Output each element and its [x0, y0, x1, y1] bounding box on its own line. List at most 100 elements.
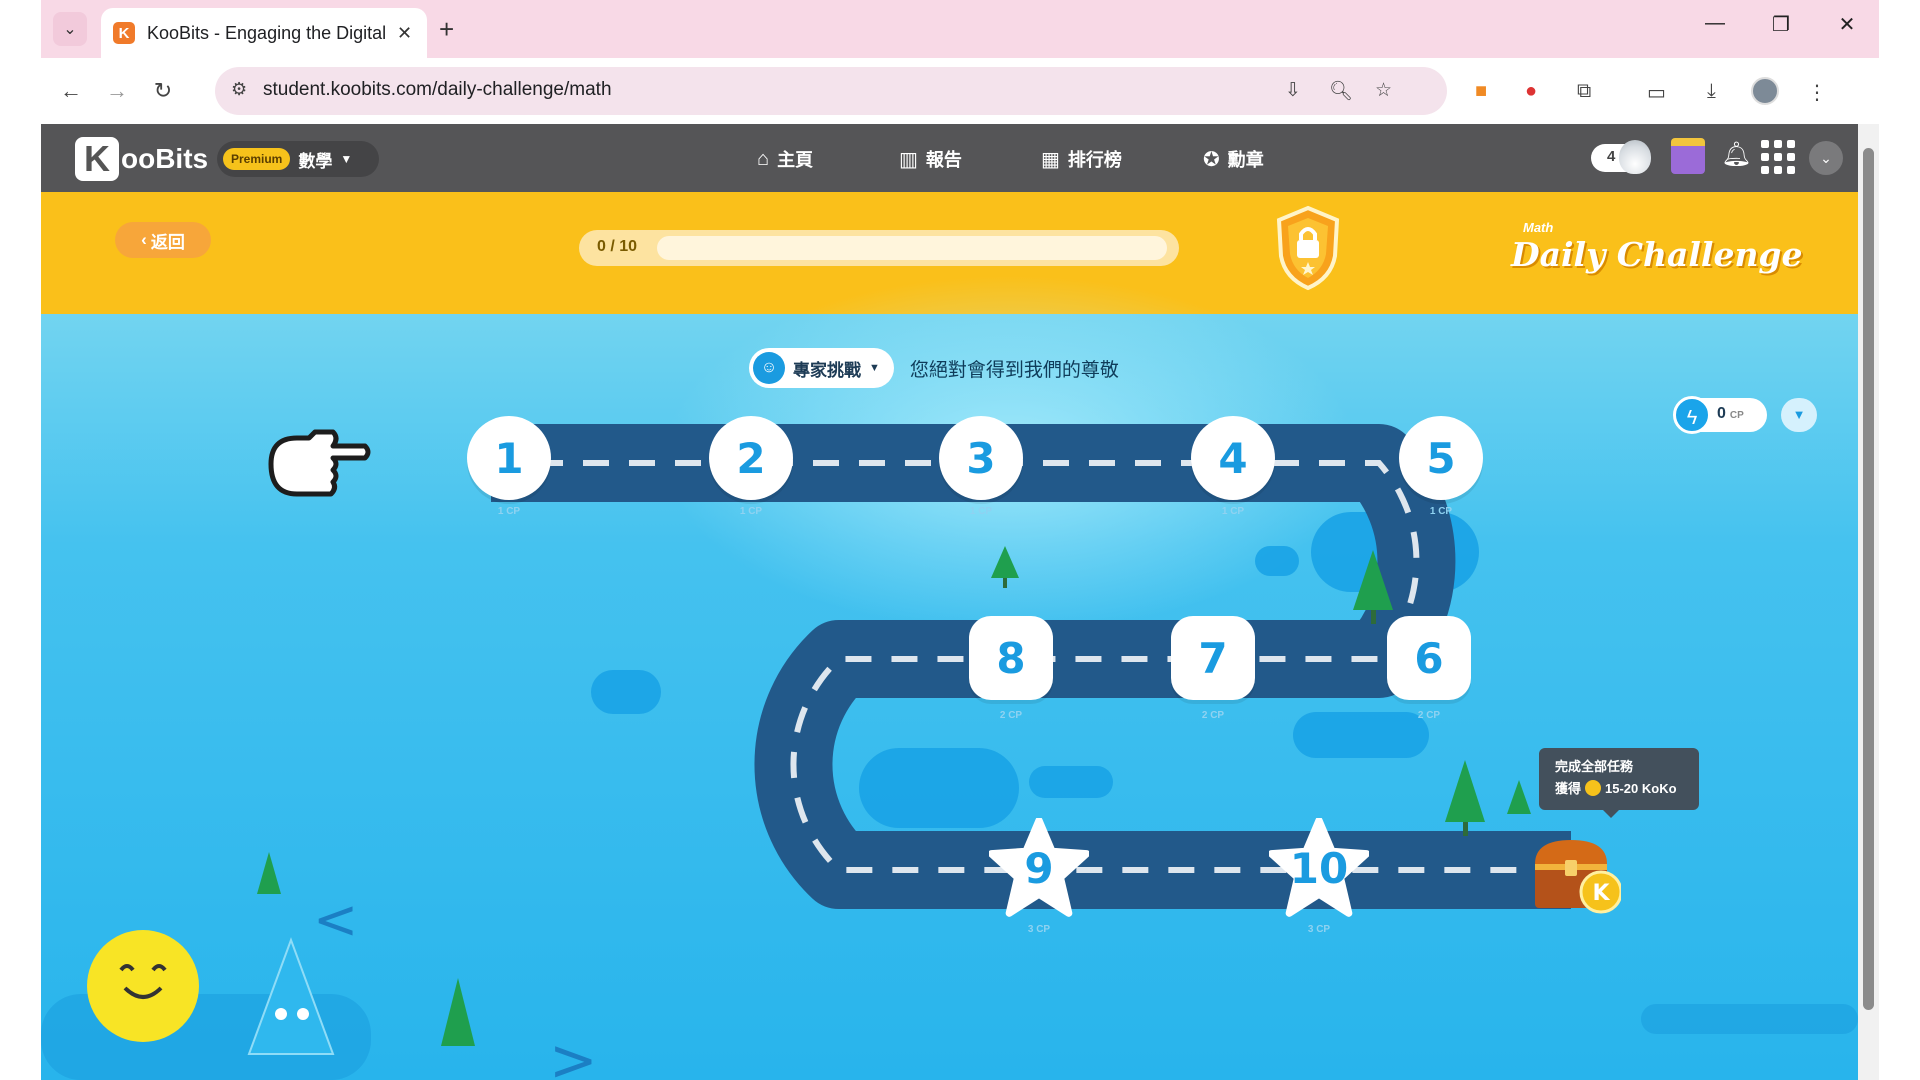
cp-dropdown-button[interactable]: ▼	[1781, 398, 1817, 432]
koobits-logo[interactable]: K ooBits	[75, 137, 208, 181]
node-10-cp: 3 CP	[1307, 924, 1331, 935]
home-icon: ⌂	[757, 147, 770, 170]
koko-coin-icon	[1585, 780, 1602, 796]
tab-bar: ⌄ K KooBits - Engaging the Digital H ✕ +…	[41, 0, 1879, 58]
url-text[interactable]: student.koobits.com/daily-challenge/math	[263, 79, 612, 101]
subject-label: 數學	[298, 151, 333, 171]
forward-arrow-icon[interactable]: →	[101, 75, 133, 107]
nav-badges[interactable]: ✪ 勳章	[1203, 146, 1264, 172]
node-5-cp: 1 CP	[1429, 506, 1453, 517]
node-6-cp: 2 CP	[1417, 710, 1441, 721]
koobits-page: K ooBits Premium 數學 ▼ ⌂ 主頁 ▥ 報告 ▦ 排行榜 ✪ …	[41, 124, 1858, 1080]
premium-badge: Premium	[223, 148, 291, 170]
badge-icon: ✪	[1203, 148, 1220, 171]
progress-text: 0 / 10	[597, 238, 638, 255]
tooltip-line-2: 獲得 15-20 KoKo	[1555, 780, 1677, 796]
streak-count: 4	[1607, 148, 1616, 165]
page-scrollbar[interactable]	[1858, 124, 1879, 1080]
challenge-node-9[interactable]: 9	[989, 818, 1089, 917]
difficulty-selector[interactable]: ☺ 專家挑戰 ▼	[749, 348, 894, 388]
profile-avatar-icon[interactable]	[1751, 77, 1779, 105]
bell-icon[interactable]: 🔔︎	[1721, 140, 1751, 169]
nav-report-label: 報告	[925, 150, 962, 170]
koobits-favicon-icon: K	[113, 22, 135, 44]
bookmark-star-icon[interactable]: ☆	[1375, 79, 1392, 102]
challenge-node-10[interactable]: 10	[1269, 818, 1369, 917]
menu-kebab-icon[interactable]: ⋮	[1807, 80, 1827, 105]
chevron-down-icon: ▼	[869, 362, 880, 374]
browser-window: ⌄ K KooBits - Engaging the Digital H ✕ +…	[41, 0, 1879, 1080]
gift-box-icon[interactable]	[1671, 138, 1705, 174]
node-4-cp: 1 CP	[1221, 506, 1245, 517]
site-info-icon[interactable]: ⚙	[231, 79, 247, 100]
challenge-node-2[interactable]: 2	[709, 416, 793, 500]
node-7-cp: 2 CP	[1201, 710, 1225, 721]
nav-home[interactable]: ⌂ 主頁	[757, 146, 813, 172]
apps-grid-icon[interactable]	[1761, 140, 1795, 174]
chevron-left-icon: ‹	[141, 230, 147, 249]
challenge-node-7[interactable]: 7	[1171, 616, 1255, 700]
close-window-button[interactable]: ✕	[1827, 12, 1867, 37]
reward-tooltip: 完成全部任務 獲得 15-20 KoKo	[1539, 748, 1699, 818]
cast-icon[interactable]: ▭	[1647, 80, 1666, 105]
site-header: K ooBits Premium 數學 ▼ ⌂ 主頁 ▥ 報告 ▦ 排行榜 ✪ …	[41, 124, 1858, 192]
extension-pokeball-icon[interactable]: ●	[1525, 80, 1537, 103]
close-tab-icon[interactable]: ✕	[397, 23, 412, 44]
tab-list-button[interactable]: ⌄	[53, 12, 87, 46]
reload-icon[interactable]: ↻	[147, 75, 179, 107]
cp-counter: ϟ 0 CP	[1673, 396, 1767, 434]
smiling-sun-icon	[87, 930, 199, 1042]
chevron-down-icon: ▼	[340, 152, 353, 166]
node-3-cp: 1 CP	[969, 506, 993, 517]
zoom-icon[interactable]: 🔍︎	[1329, 79, 1353, 103]
nav-leaderboard[interactable]: ▦ 排行榜	[1041, 146, 1122, 172]
challenge-node-1[interactable]: 1	[467, 416, 551, 500]
scrollbar-thumb[interactable]	[1863, 148, 1874, 1010]
new-tab-button[interactable]: +	[439, 14, 454, 45]
difficulty-label: 專家挑戰	[793, 360, 861, 380]
challenge-node-4[interactable]: 4	[1191, 416, 1275, 500]
restore-button[interactable]: ❐	[1761, 12, 1801, 37]
browser-toolbar: ← → ↻ ⚙ student.koobits.com/daily-challe…	[41, 58, 1879, 124]
node-9-cp: 3 CP	[1027, 924, 1051, 935]
install-app-icon[interactable]: ⇩	[1285, 79, 1301, 102]
back-label: 返回	[150, 232, 185, 252]
back-arrow-icon[interactable]: ←	[55, 75, 87, 107]
screen: ⌄ K KooBits - Engaging the Digital H ✕ +…	[0, 0, 1920, 1080]
difficulty-description: 您絕對會得到我們的尊敬	[909, 359, 1119, 381]
tooltip-line-1: 完成全部任務	[1555, 759, 1634, 774]
address-bar[interactable]: ⚙ student.koobits.com/daily-challenge/ma…	[215, 67, 1447, 115]
svg-text:K: K	[1592, 881, 1610, 906]
cp-value: 0 CP	[1717, 405, 1744, 422]
challenge-node-3[interactable]: 3	[939, 416, 1023, 500]
leaderboard-icon: ▦	[1041, 148, 1060, 171]
challenge-map: < > ☺ 專家挑戰 ▼ 您絕對會得到我們的尊敬 ϟ 0 CP ▼ 1 1 CP…	[41, 274, 1858, 1080]
node-8-cp: 2 CP	[999, 710, 1023, 721]
subject-selector[interactable]: Premium 數學 ▼	[217, 141, 379, 177]
svg-text:<: <	[313, 888, 358, 951]
download-icon[interactable]: ⤓	[1707, 80, 1716, 103]
challenge-node-8[interactable]: 8	[969, 616, 1053, 700]
flame-icon	[1619, 140, 1651, 174]
node-2-cp: 1 CP	[739, 506, 763, 517]
progress-bar: 0 / 10	[579, 230, 1179, 266]
lightning-icon: ϟ	[1673, 396, 1711, 434]
expert-avatar-icon: ☺	[753, 352, 785, 384]
extensions-puzzle-icon[interactable]: ⧉	[1577, 80, 1591, 103]
treasure-chest-icon[interactable]: K	[1531, 834, 1621, 914]
challenge-node-6[interactable]: 6	[1387, 616, 1471, 700]
title-main: Daily Challenge	[1511, 235, 1803, 274]
node-1-cp: 1 CP	[497, 506, 521, 517]
challenge-node-5[interactable]: 5	[1399, 416, 1483, 500]
streak-counter[interactable]: 4	[1591, 140, 1651, 174]
back-button[interactable]: ‹ 返回	[115, 222, 211, 258]
nav-report[interactable]: ▥ 報告	[899, 146, 962, 172]
minimize-button[interactable]: —	[1695, 12, 1735, 35]
tab-title: KooBits - Engaging the Digital H	[147, 22, 387, 43]
nav-home-label: 主頁	[777, 150, 814, 170]
pointing-hand-icon	[268, 429, 371, 497]
user-menu-chevron-icon[interactable]: ⌄	[1809, 141, 1843, 175]
browser-tab[interactable]: K KooBits - Engaging the Digital H ✕	[101, 8, 427, 58]
logo-k-mark: K	[75, 137, 119, 181]
extension-orange-icon[interactable]: ■	[1475, 80, 1487, 103]
